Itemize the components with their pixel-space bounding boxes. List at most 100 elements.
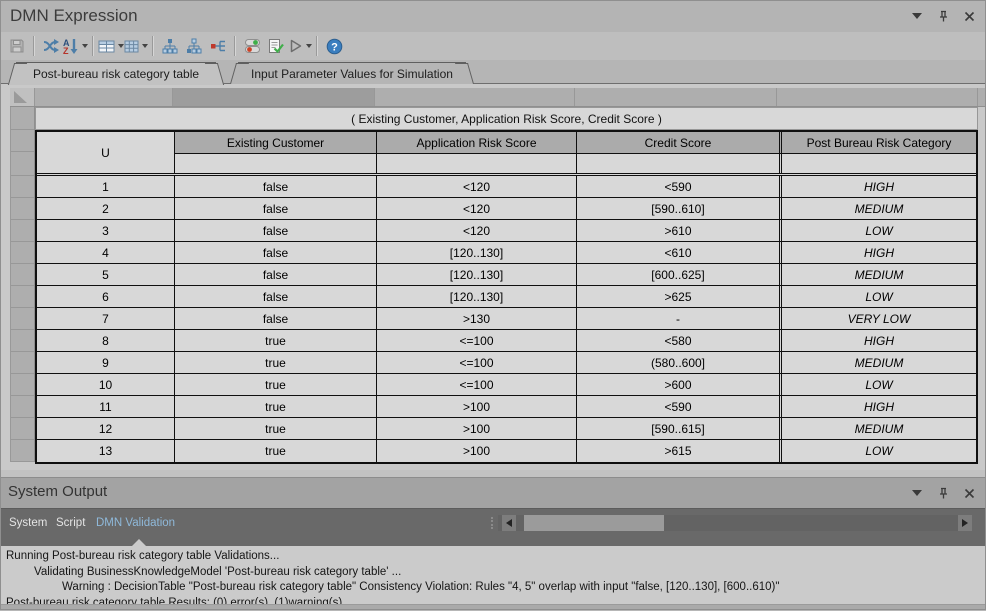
application-risk-score-cell[interactable]: <=100 xyxy=(377,352,577,373)
post-bureau-risk-category-cell[interactable]: LOW xyxy=(779,374,976,395)
column-header-existing-customer[interactable] xyxy=(173,88,375,106)
existing-customer-cell[interactable]: true xyxy=(175,440,377,462)
close-icon[interactable] xyxy=(962,9,976,23)
row-selector[interactable] xyxy=(11,352,34,374)
io-mapping-button[interactable] xyxy=(240,35,264,57)
io-signature-row[interactable]: ( Existing Customer, Application Risk Sc… xyxy=(35,107,978,130)
credit-score-cell[interactable]: >610 xyxy=(577,220,779,241)
existing-customer-cell[interactable]: false xyxy=(175,242,377,263)
credit-score-cell[interactable]: >600 xyxy=(577,374,779,395)
run-button[interactable] xyxy=(288,35,312,57)
credit-score-cell[interactable]: <610 xyxy=(577,242,779,263)
credit-score-cell[interactable]: <590 xyxy=(577,176,779,197)
application-risk-score-cell[interactable]: [120..130] xyxy=(377,286,577,307)
header-application-risk-score[interactable]: Application Risk Score xyxy=(377,132,577,153)
allowed-values-cell[interactable] xyxy=(175,154,377,173)
row-selector[interactable] xyxy=(11,440,34,462)
credit-score-cell[interactable]: <590 xyxy=(577,396,779,417)
scrollbar-grip[interactable] xyxy=(491,517,496,529)
tab-script[interactable]: Script xyxy=(56,517,85,529)
column-header-application-risk-score[interactable] xyxy=(375,88,575,106)
header-credit-score[interactable]: Credit Score xyxy=(577,132,779,153)
row-selector[interactable] xyxy=(11,107,34,130)
post-bureau-risk-category-cell[interactable]: VERY LOW xyxy=(779,308,976,329)
existing-customer-cell[interactable]: false xyxy=(175,220,377,241)
rule-number-cell[interactable]: 3 xyxy=(37,220,175,241)
row-selector[interactable] xyxy=(11,242,34,264)
existing-customer-cell[interactable]: true xyxy=(175,374,377,395)
scroll-left-button[interactable] xyxy=(502,515,516,531)
rule-number-cell[interactable]: 4 xyxy=(37,242,175,263)
validate-button[interactable] xyxy=(264,35,288,57)
allowed-values-cell[interactable] xyxy=(577,154,779,173)
help-button[interactable]: ? xyxy=(322,35,346,57)
post-bureau-risk-category-cell[interactable]: LOW xyxy=(779,286,976,307)
close-icon[interactable] xyxy=(962,486,976,500)
rule-number-cell[interactable]: 8 xyxy=(37,330,175,351)
grid-select-all-corner[interactable] xyxy=(10,88,35,106)
row-selector[interactable] xyxy=(11,198,34,220)
pin-icon[interactable] xyxy=(936,486,950,500)
application-risk-score-cell[interactable]: >100 xyxy=(377,396,577,417)
column-header-post-bureau[interactable] xyxy=(777,88,978,106)
row-selector[interactable] xyxy=(11,286,34,308)
row-selector[interactable] xyxy=(11,374,34,396)
rule-number-cell[interactable]: 2 xyxy=(37,198,175,219)
row-selector[interactable] xyxy=(11,330,34,352)
row-selector[interactable] xyxy=(11,130,34,152)
existing-customer-cell[interactable]: true xyxy=(175,418,377,439)
rule-number-cell[interactable]: 10 xyxy=(37,374,175,395)
credit-score-cell[interactable]: [590..615] xyxy=(577,418,779,439)
existing-customer-cell[interactable]: false xyxy=(175,286,377,307)
rule-number-cell[interactable]: 11 xyxy=(37,396,175,417)
post-bureau-risk-category-cell[interactable]: MEDIUM xyxy=(779,198,976,219)
panel-splitter[interactable] xyxy=(0,470,986,478)
credit-score-cell[interactable]: >615 xyxy=(577,440,779,462)
post-bureau-risk-category-cell[interactable]: HIGH xyxy=(779,176,976,197)
scroll-right-button[interactable] xyxy=(958,515,972,531)
existing-customer-cell[interactable]: false xyxy=(175,264,377,285)
post-bureau-risk-category-cell[interactable]: HIGH xyxy=(779,242,976,263)
tab-input-parameter-values[interactable]: Input Parameter Values for Simulation xyxy=(238,62,466,84)
add-sibling-node-button[interactable] xyxy=(182,35,206,57)
header-post-bureau-risk-category[interactable]: Post Bureau Risk Category xyxy=(779,132,976,153)
add-child-node-button[interactable] xyxy=(158,35,182,57)
grid-layout-button[interactable] xyxy=(124,35,148,57)
rule-number-cell[interactable]: 9 xyxy=(37,352,175,373)
post-bureau-risk-category-cell[interactable]: LOW xyxy=(779,440,976,462)
existing-customer-cell[interactable]: true xyxy=(175,352,377,373)
save-button[interactable] xyxy=(5,35,29,57)
rule-number-cell[interactable]: 1 xyxy=(37,176,175,197)
post-bureau-risk-category-cell[interactable]: HIGH xyxy=(779,396,976,417)
row-selector[interactable] xyxy=(11,418,34,440)
application-risk-score-cell[interactable]: [120..130] xyxy=(377,264,577,285)
application-risk-score-cell[interactable]: >130 xyxy=(377,308,577,329)
application-risk-score-cell[interactable]: <=100 xyxy=(377,330,577,351)
pin-icon[interactable] xyxy=(936,9,950,23)
sort-button[interactable]: A Z xyxy=(63,35,88,57)
post-bureau-risk-category-cell[interactable]: LOW xyxy=(779,220,976,241)
application-risk-score-cell[interactable]: [120..130] xyxy=(377,242,577,263)
existing-customer-cell[interactable]: false xyxy=(175,176,377,197)
existing-customer-cell[interactable]: true xyxy=(175,330,377,351)
tab-system[interactable]: System xyxy=(9,517,47,529)
credit-score-cell[interactable]: >625 xyxy=(577,286,779,307)
application-risk-score-cell[interactable]: <120 xyxy=(377,220,577,241)
shuffle-button[interactable] xyxy=(39,35,63,57)
allowed-values-cell[interactable] xyxy=(377,154,577,173)
tab-dmn-validation[interactable]: DMN Validation xyxy=(96,517,175,529)
output-bottom-scrollbar[interactable] xyxy=(0,604,986,610)
credit-score-cell[interactable]: <580 xyxy=(577,330,779,351)
allowed-values-cell[interactable] xyxy=(779,154,976,173)
row-selector[interactable] xyxy=(11,396,34,418)
credit-score-cell[interactable]: [590..610] xyxy=(577,198,779,219)
existing-customer-cell[interactable]: true xyxy=(175,396,377,417)
application-risk-score-cell[interactable]: <=100 xyxy=(377,374,577,395)
post-bureau-risk-category-cell[interactable]: MEDIUM xyxy=(779,418,976,439)
application-risk-score-cell[interactable]: >100 xyxy=(377,418,577,439)
row-selector[interactable] xyxy=(11,264,34,286)
remove-node-button[interactable] xyxy=(206,35,230,57)
application-risk-score-cell[interactable]: >100 xyxy=(377,440,577,462)
credit-score-cell[interactable]: [600..625] xyxy=(577,264,779,285)
hit-policy-cell[interactable]: U xyxy=(37,132,175,173)
